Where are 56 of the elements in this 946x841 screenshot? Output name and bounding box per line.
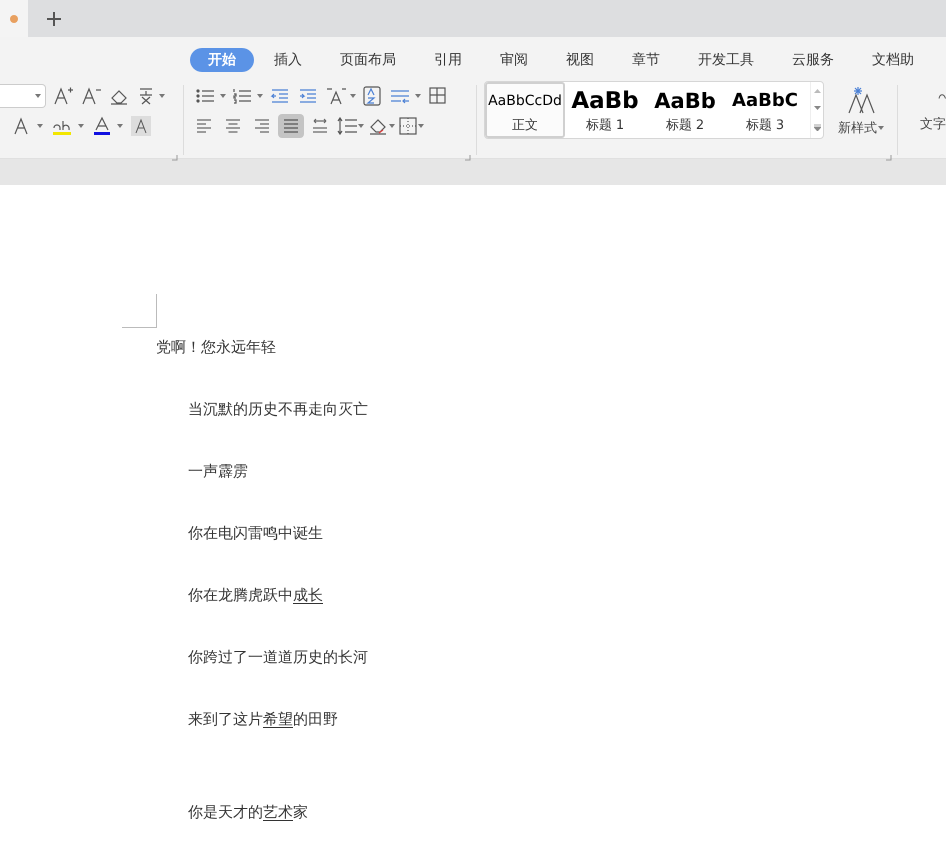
table-grid-icon[interactable]: [427, 86, 447, 106]
ribbon-tab[interactable]: 云服务: [774, 48, 852, 72]
ribbon-tab[interactable]: 文档助: [854, 48, 932, 72]
poem-line: 你是天才的艺术家: [188, 803, 308, 821]
font-color-icon[interactable]: [92, 116, 112, 136]
caret-icon[interactable]: [358, 124, 364, 128]
poem-line: 你在龙腾虎跃中成长: [188, 586, 323, 604]
caret-icon[interactable]: [78, 124, 84, 128]
ribbon-tab[interactable]: 页面布局: [322, 48, 414, 72]
caret-icon[interactable]: [350, 94, 356, 98]
scroll-down-icon[interactable]: [814, 106, 820, 110]
poem-line: 你跨过了一道道历史的长河: [188, 648, 368, 666]
ribbon-tab[interactable]: 引用: [416, 48, 480, 72]
caret-icon[interactable]: [117, 124, 123, 128]
font-size-field[interactable]: [0, 84, 46, 108]
character-shading-icon[interactable]: [131, 116, 151, 136]
grow-font-icon[interactable]: [52, 86, 74, 106]
borders-icon[interactable]: [398, 116, 418, 136]
caret-icon[interactable]: [35, 94, 41, 98]
caret-icon[interactable]: [37, 124, 43, 128]
expand-gallery-icon[interactable]: [814, 124, 820, 132]
style-option[interactable]: AaBbC 标题 3: [725, 82, 805, 138]
dialog-launcher-icon[interactable]: [465, 155, 471, 161]
text-tool-button[interactable]: 文字: [901, 81, 946, 161]
dialog-launcher-icon[interactable]: [172, 155, 178, 161]
ribbon-tab[interactable]: 插入: [256, 48, 320, 72]
new-style-icon: [846, 85, 876, 115]
caret-icon[interactable]: [389, 124, 395, 128]
caret-icon[interactable]: [159, 94, 165, 98]
caret-icon[interactable]: [418, 124, 424, 128]
new-style-button[interactable]: 新样式: [828, 85, 894, 161]
text-tool-icon: [938, 93, 946, 99]
line-spacing-icon[interactable]: [336, 116, 358, 136]
text-direction-icon[interactable]: [325, 86, 347, 106]
style-option[interactable]: AaBb 标题 1: [565, 82, 645, 138]
poem-line: 当沉默的历史不再走向灭亡: [188, 400, 368, 418]
ribbon-tab[interactable]: 视图: [548, 48, 612, 72]
margin-corner-mark: [122, 294, 157, 328]
dialog-launcher-icon[interactable]: [886, 155, 892, 161]
ribbon-tab[interactable]: 章节: [614, 48, 678, 72]
poem-line: 你在电闪雷鸣中诞生: [188, 524, 323, 542]
ribbon-tab[interactable]: 开发工具: [680, 48, 772, 72]
shrink-font-icon[interactable]: [80, 86, 102, 106]
style-option[interactable]: AaBb 标题 2: [645, 82, 725, 138]
style-option[interactable]: AaBbCcDd 正文: [485, 82, 565, 138]
caret-icon[interactable]: [220, 94, 226, 98]
ribbon-tab[interactable]: 审阅: [482, 48, 546, 72]
numbered-list-icon[interactable]: [232, 86, 254, 106]
caret-icon[interactable]: [257, 94, 263, 98]
caret-icon[interactable]: [415, 94, 421, 98]
sort-icon[interactable]: [362, 86, 382, 106]
poem-title: 党啊！您永远年轻: [156, 338, 277, 358]
poem-line: 来到了这片希望的田野: [188, 710, 338, 728]
caret-icon[interactable]: [878, 126, 884, 130]
poem-line: 一声霹雳: [188, 462, 248, 480]
new-tab-icon[interactable]: [46, 10, 62, 26]
